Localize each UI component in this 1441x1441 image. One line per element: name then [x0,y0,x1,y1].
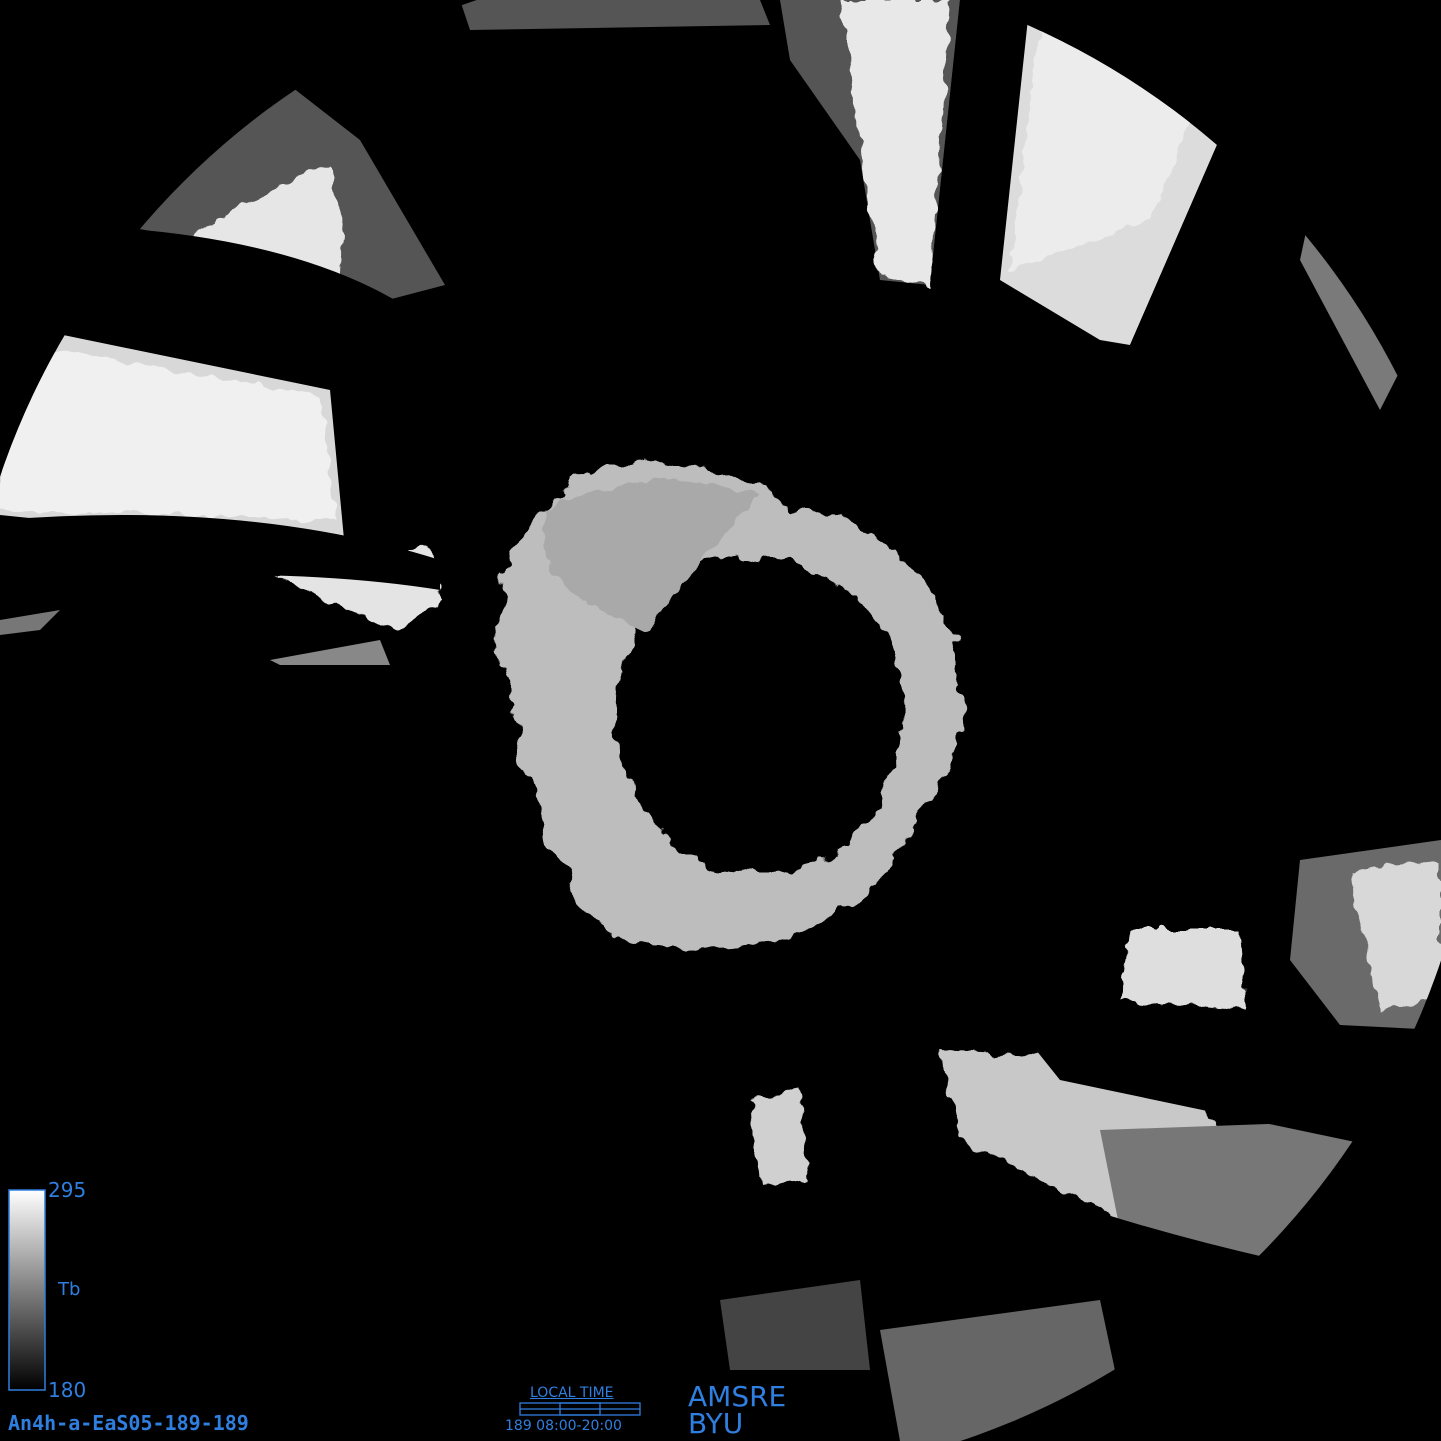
colorbar-max-label: 295 [48,1178,87,1202]
local-time-title: LOCAL TIME [530,1385,614,1401]
swath-top [460,0,770,30]
colorbar-variable-label: Tb [58,1279,81,1300]
institution-label: BYU [688,1407,744,1440]
colorbar-min-label: 180 [48,1378,87,1402]
land-right-island [1120,930,1245,1010]
brightness-temperature-map [0,0,1441,1441]
image-id: An4h-a-EaS05-189-189 [8,1411,249,1435]
local-time-range: 189 08:00-20:00 [505,1418,622,1434]
colorbar [8,1189,46,1391]
land-bottom-small [750,1090,810,1185]
